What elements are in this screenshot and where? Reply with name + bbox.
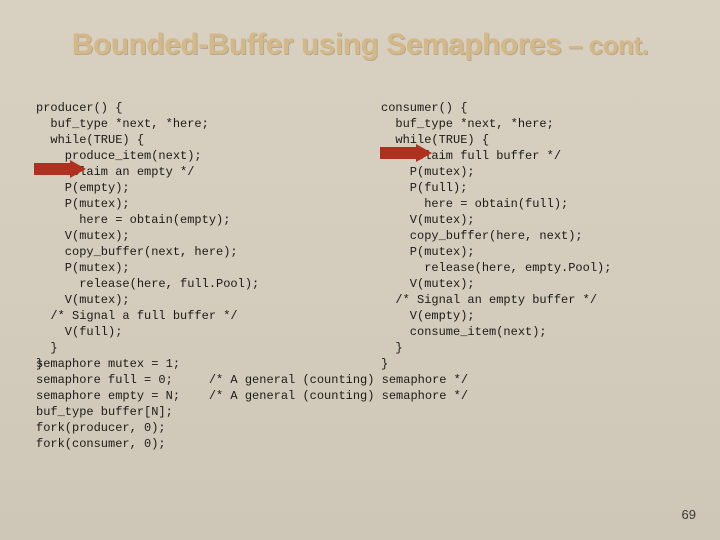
producer-code: producer() { buf_type *next, *here; whil… [36, 100, 381, 372]
page-number: 69 [682, 507, 696, 522]
slide-title: Bounded-Buffer using Semaphores – cont. [0, 0, 720, 62]
bottom-code: semaphore mutex = 1; semaphore full = 0;… [36, 356, 468, 452]
title-suffix: – cont. [561, 30, 648, 60]
arrow-right-icon [380, 144, 432, 162]
arrow-left-icon [34, 160, 86, 178]
consumer-code: consumer() { buf_type *next, *here; whil… [381, 100, 686, 372]
title-main: Bounded-Buffer using Semaphores [72, 28, 562, 61]
code-columns: producer() { buf_type *next, *here; whil… [36, 100, 686, 372]
